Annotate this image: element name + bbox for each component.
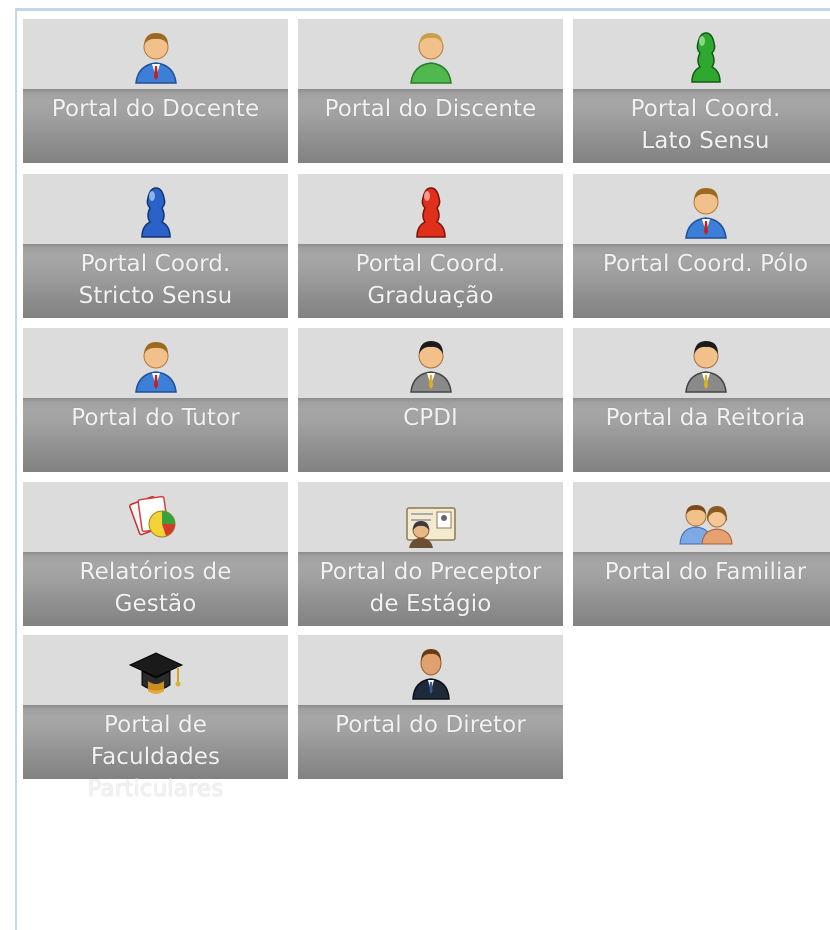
tile-label: CPDI: [403, 405, 458, 431]
tile-label: Portal da Reitoria: [605, 405, 806, 431]
portal-coord-stricto-sensu-tile[interactable]: Portal Coord. Stricto Sensu: [23, 174, 288, 318]
tile-label: Portal do Preceptor de Estágio: [319, 559, 542, 617]
tile-label: Portal Coord. Graduação: [355, 251, 506, 309]
tile-label: Portal Coord. Stricto Sensu: [78, 251, 233, 309]
green-pawn-icon: [676, 25, 736, 85]
tile-label: Portal de Faculdades Particulares: [87, 712, 224, 802]
teacher-icon: [126, 25, 186, 85]
portal-coord-lato-sensu-tile[interactable]: Portal Coord. Lato Sensu: [573, 19, 830, 163]
tile-label: Portal do Docente: [51, 96, 260, 122]
tile-label: Portal do Diretor: [335, 712, 526, 738]
tile-label: Relatórios de Gestão: [79, 559, 232, 617]
tile-label: Portal Coord. Lato Sensu: [630, 96, 781, 154]
student-icon: [401, 25, 461, 85]
family-icon: [676, 488, 736, 548]
director-icon: [401, 641, 461, 701]
tile-label: Portal do Familiar: [604, 559, 807, 585]
portal-familiar-tile[interactable]: Portal do Familiar: [573, 482, 830, 626]
blue-pawn-icon: [126, 180, 186, 240]
portal-tutor-tile[interactable]: Portal do Tutor: [23, 328, 288, 472]
executive-icon: [676, 334, 736, 394]
portal-coord-graduacao-tile[interactable]: Portal Coord. Graduação: [298, 174, 563, 318]
coordinator-icon: [676, 180, 736, 240]
red-pawn-icon: [401, 180, 461, 240]
executive-icon: [401, 334, 461, 394]
id-card-icon: [401, 488, 461, 548]
cpdi-tile[interactable]: CPDI: [298, 328, 563, 472]
portal-discente-tile[interactable]: Portal do Discente: [298, 19, 563, 163]
portal-coord-polo-tile[interactable]: Portal Coord. Pólo: [573, 174, 830, 318]
portal-docente-tile[interactable]: Portal do Docente: [23, 19, 288, 163]
tile-label: Portal do Tutor: [71, 405, 240, 431]
tile-label: Portal do Discente: [324, 96, 537, 122]
tile-label: Portal Coord. Pólo: [602, 251, 809, 277]
portal-preceptor-estagio-tile[interactable]: Portal do Preceptor de Estágio: [298, 482, 563, 626]
portal-reitoria-tile[interactable]: Portal da Reitoria: [573, 328, 830, 472]
relatorios-gestao-tile[interactable]: Relatórios de Gestão: [23, 482, 288, 626]
portal-diretor-tile[interactable]: Portal do Diretor: [298, 635, 563, 779]
graduation-cap-icon: [126, 641, 186, 701]
reports-chart-icon: [126, 488, 186, 548]
portal-faculdades-particulares-tile[interactable]: Portal de Faculdades Particulares: [23, 635, 288, 802]
tutor-icon: [126, 334, 186, 394]
